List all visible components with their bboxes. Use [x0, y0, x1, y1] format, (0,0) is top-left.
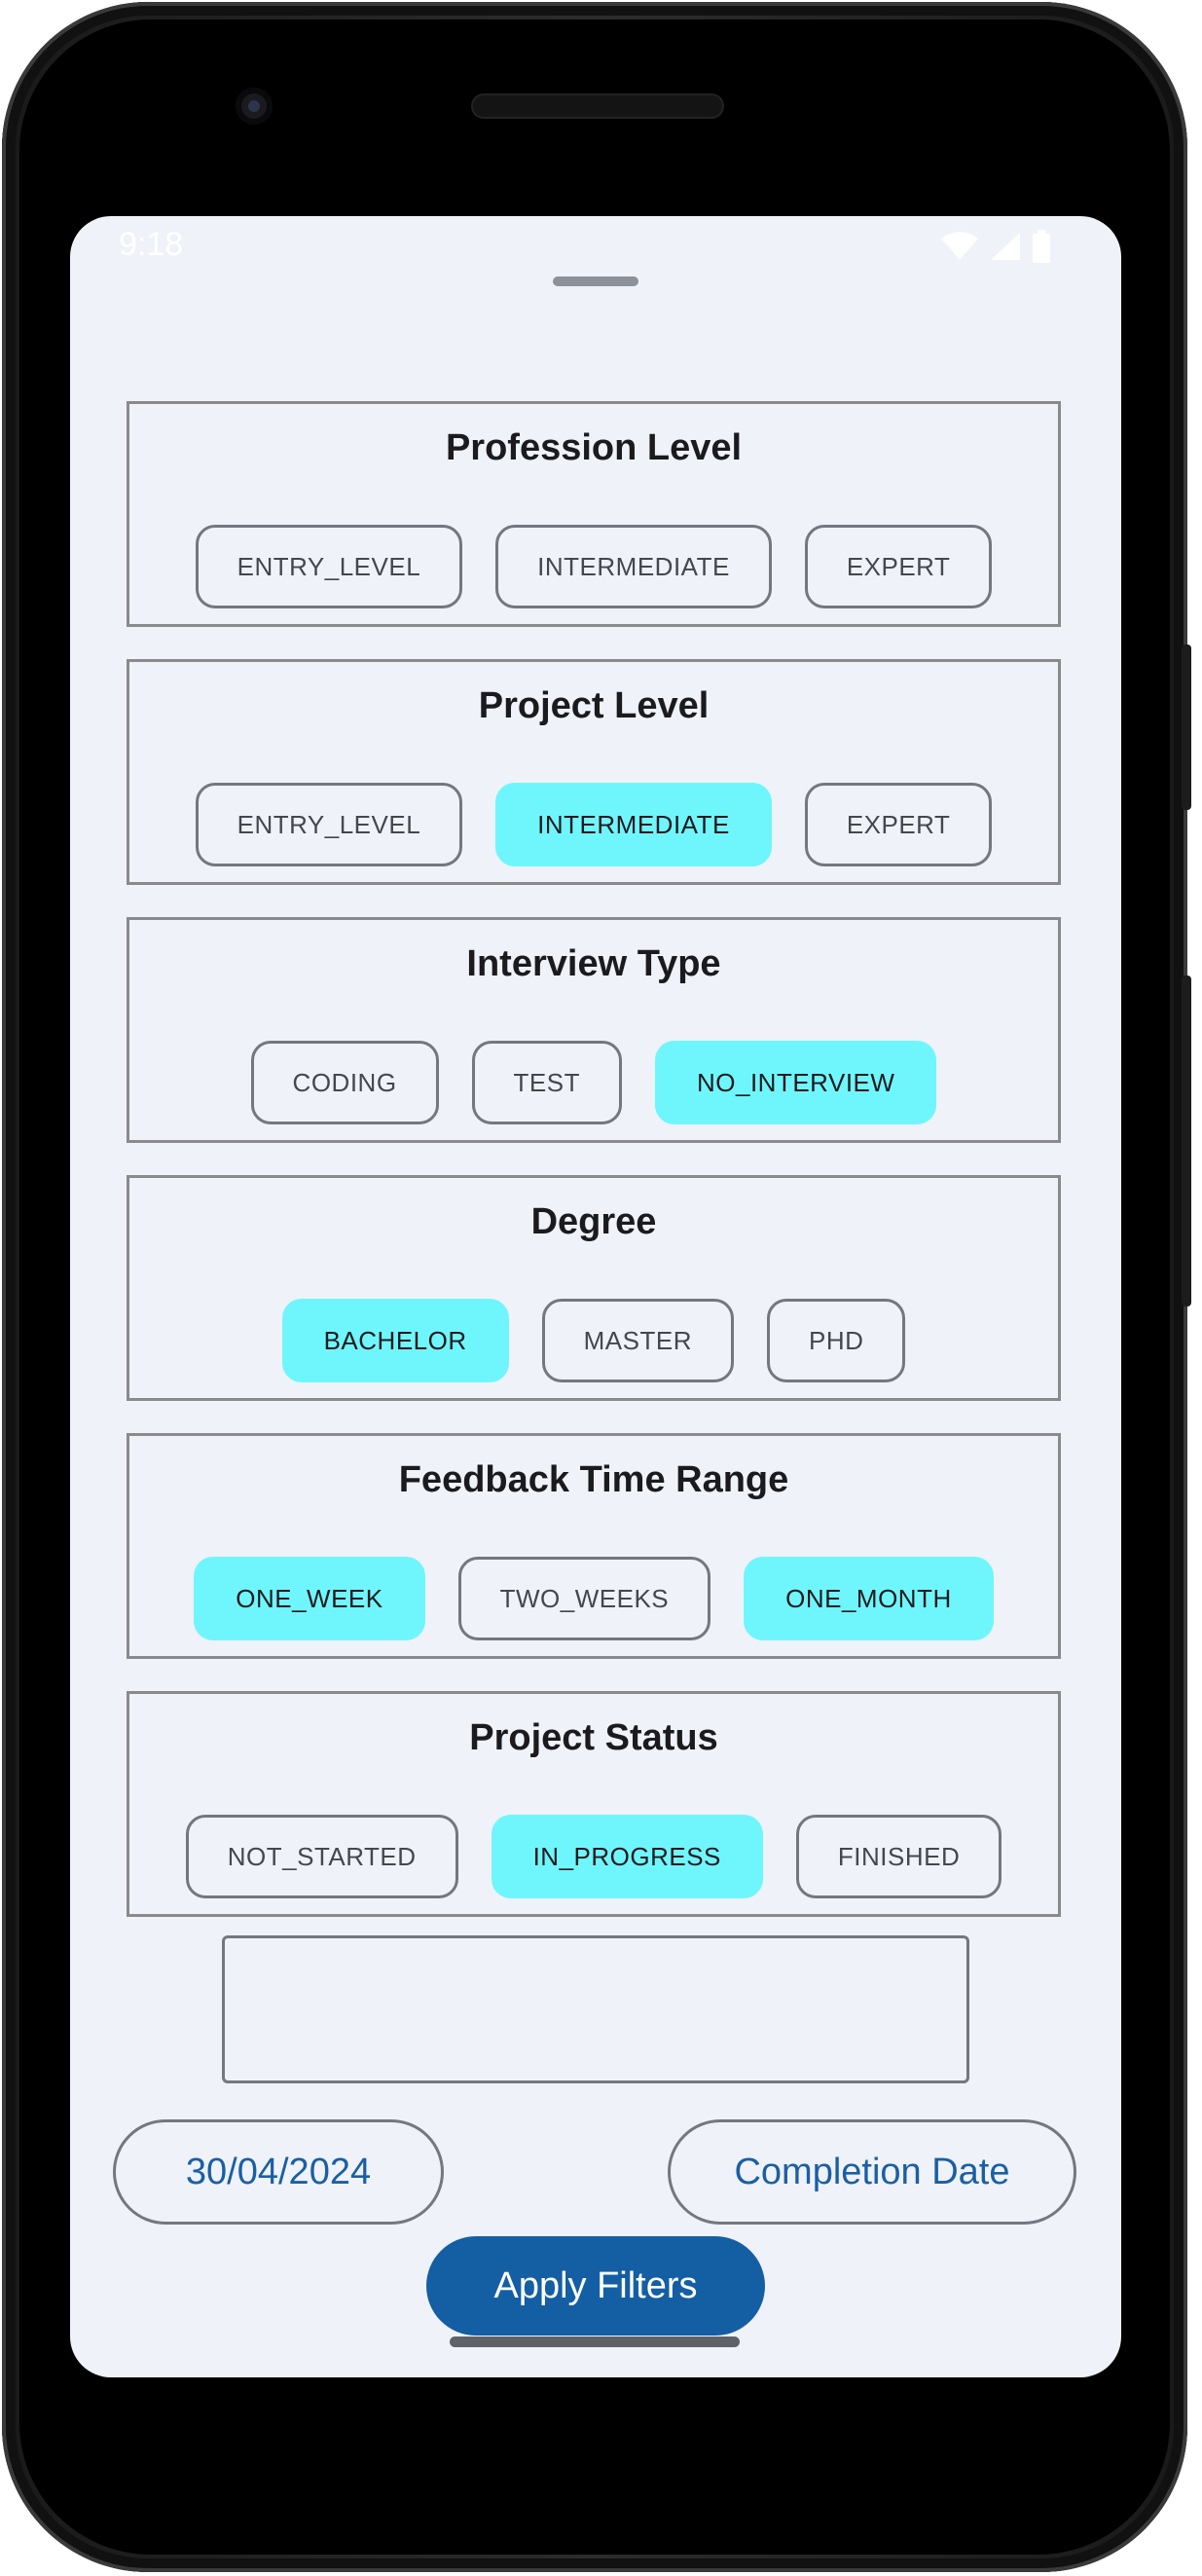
text-input-field[interactable] [222, 1935, 969, 2083]
filter-chip-no-interview[interactable]: NO_INTERVIEW [655, 1041, 937, 1124]
earpiece-speaker [471, 93, 724, 119]
filter-chip-not-started[interactable]: NOT_STARTED [185, 1815, 458, 1898]
status-time: 9:18 [119, 226, 184, 263]
filter-panel-title: Profession Level [445, 427, 743, 468]
screen: 9:18 Profession Level ENTRY_LEVEL INTERMED… [70, 216, 1121, 2377]
filter-panel-title: Degree [530, 1201, 657, 1242]
filter-panel-profession-level: Profession Level ENTRY_LEVEL INTERMEDIATE E… [127, 401, 1061, 627]
completion-date-button[interactable]: Completion Date [668, 2119, 1076, 2225]
filter-chip-finished[interactable]: FINISHED [795, 1815, 1002, 1898]
front-camera [236, 88, 273, 125]
filter-chip-two-weeks[interactable]: TWO_WEEKS [457, 1557, 711, 1640]
status-bar: 9:18 [70, 216, 1121, 280]
filter-chip-bachelor[interactable]: BACHELOR [281, 1299, 509, 1382]
wifi-icon [941, 232, 978, 260]
chip-group: NOT_STARTED IN_PROGRESS FINISHED [129, 1815, 1058, 1898]
filter-panel-title: Project Status [469, 1717, 718, 1758]
filter-panel-title: Project Level [478, 685, 710, 726]
filter-chip-intermediate[interactable]: INTERMEDIATE [495, 783, 772, 866]
filter-panel-project-level: Project Level ENTRY_LEVEL INTERMEDIATE EXPE… [127, 659, 1061, 885]
chip-group: ENTRY_LEVEL INTERMEDIATE EXPERT [129, 783, 1058, 866]
filter-panel-project-status: Project Status NOT_STARTED IN_PROGRESS FINI… [127, 1691, 1061, 1917]
filter-panel-title: Feedback Time Range [398, 1459, 789, 1500]
chip-group: CODING TEST NO_INTERVIEW [129, 1041, 1058, 1124]
filter-chip-entry-level[interactable]: ENTRY_LEVEL [195, 525, 463, 608]
volume-button [1182, 975, 1191, 1306]
filter-panel-interview-type: Interview Type CODING TEST NO_INTERVIEW [127, 917, 1061, 1143]
filter-chip-phd[interactable]: PHD [766, 1299, 906, 1382]
filter-chip-expert[interactable]: EXPERT [804, 783, 993, 866]
chip-group: ONE_WEEK TWO_WEEKS ONE_MONTH [129, 1557, 1058, 1640]
status-icons [940, 230, 1051, 263]
filter-chip-coding[interactable]: CODING [250, 1041, 439, 1124]
chip-group: ENTRY_LEVEL INTERMEDIATE EXPERT [129, 525, 1058, 608]
filter-chip-intermediate[interactable]: INTERMEDIATE [495, 525, 772, 608]
signal-icon [991, 233, 1020, 260]
filter-chip-expert[interactable]: EXPERT [804, 525, 993, 608]
filter-chip-test[interactable]: TEST [471, 1041, 622, 1124]
filter-panel-title: Interview Type [466, 943, 721, 984]
filter-chip-master[interactable]: MASTER [541, 1299, 734, 1382]
power-button [1182, 644, 1191, 810]
filter-chip-one-week[interactable]: ONE_WEEK [194, 1557, 425, 1640]
filter-chip-one-month[interactable]: ONE_MONTH [744, 1557, 994, 1640]
bottom-sheet-drag-handle[interactable] [553, 276, 638, 286]
phone-frame: 9:18 Profession Level ENTRY_LEVEL INTERMED… [2, 2, 1191, 2572]
battery-icon [1033, 230, 1050, 263]
start-date-button[interactable]: 30/04/2024 [113, 2119, 444, 2225]
chip-group: BACHELOR MASTER PHD [129, 1299, 1058, 1382]
filter-chip-entry-level[interactable]: ENTRY_LEVEL [195, 783, 463, 866]
filter-chip-in-progress[interactable]: IN_PROGRESS [491, 1815, 763, 1898]
apply-filters-button[interactable]: Apply Filters [426, 2236, 765, 2336]
filter-panel-degree: Degree BACHELOR MASTER PHD [127, 1175, 1061, 1401]
filter-panel-feedback-time-range: Feedback Time Range ONE_WEEK TWO_WEEKS ONE_… [127, 1433, 1061, 1659]
home-indicator [450, 2337, 740, 2347]
